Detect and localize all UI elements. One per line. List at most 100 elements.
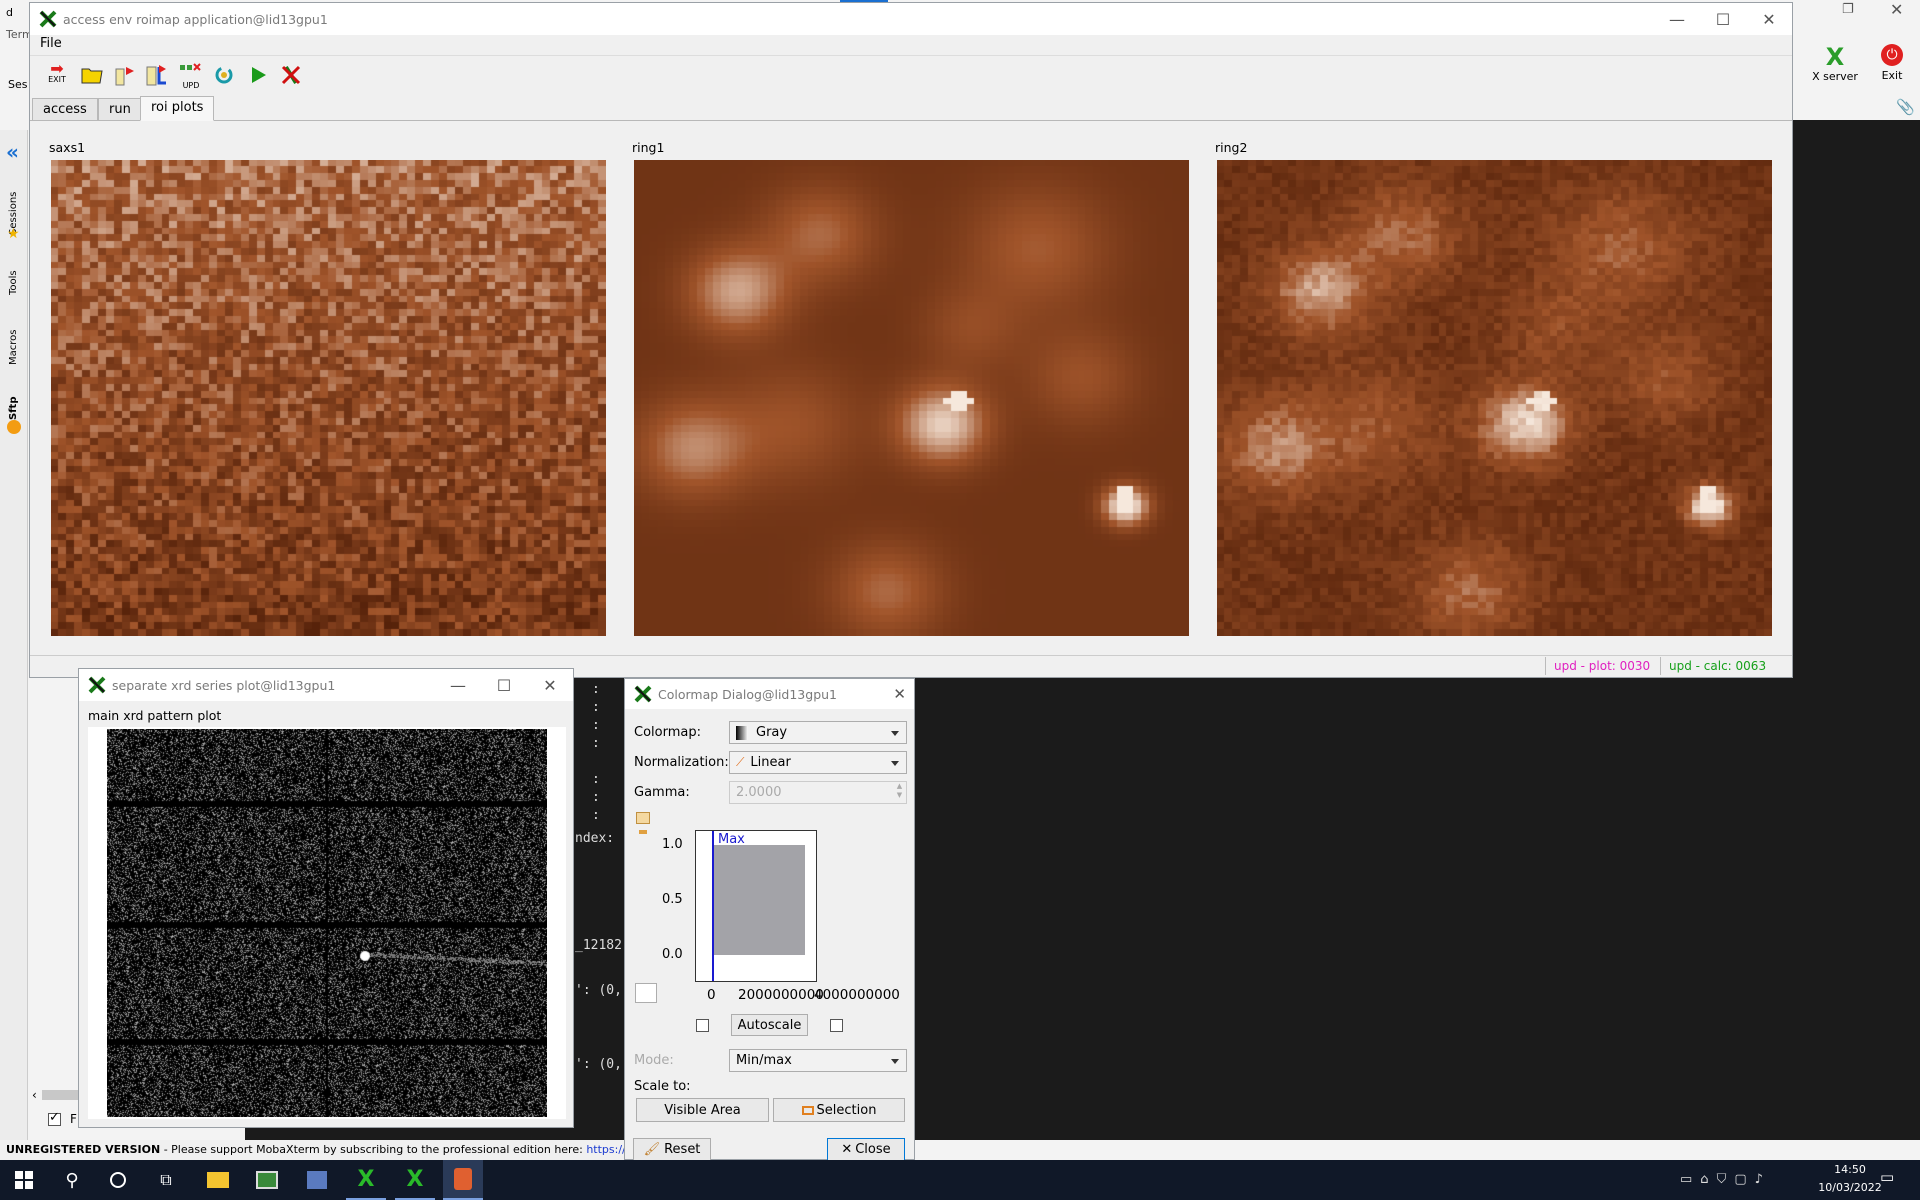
run-button[interactable]	[246, 63, 272, 89]
tab-roi-plots[interactable]: roi plots	[140, 96, 215, 121]
xrd-window: separate xrd series plot@lid13gpu1 — ☐ ✕…	[78, 668, 574, 1128]
roi-plot-ring2[interactable]	[1217, 160, 1772, 636]
exit-app-button[interactable]: ⏻ Exit	[1870, 44, 1914, 92]
folder-icon	[207, 1172, 229, 1188]
upd-tool-button[interactable]: UPD	[178, 63, 204, 90]
network-icon: ⌂	[1700, 1172, 1717, 1187]
sidebar-tab-tools[interactable]: Tools	[8, 255, 22, 295]
sidebar-tab-macros[interactable]: Macros	[8, 320, 22, 365]
plot-label-ring2: ring2	[1215, 140, 1248, 155]
roi-plot-saxs1[interactable]	[51, 160, 606, 636]
status-plot-text: upd - plot: 0030	[1554, 659, 1651, 673]
sidebar-tab-sftp[interactable]: Sftp	[8, 390, 22, 421]
mobaxterm-link[interactable]: https://mobaxterm.m	[586, 1143, 624, 1156]
tab-run[interactable]: run	[98, 98, 142, 121]
visible-area-button[interactable]: Visible Area	[636, 1098, 769, 1122]
close-icon[interactable]: ✕	[527, 669, 573, 701]
xserver-button[interactable]: X X server	[1805, 44, 1865, 92]
search-button[interactable]: ⚲	[52, 1160, 92, 1200]
taskbar-app-1[interactable]	[247, 1160, 287, 1200]
histogram-tool-icon[interactable]	[636, 812, 650, 824]
exit-tool-button[interactable]: ➡ EXIT	[44, 61, 70, 89]
mark-tool-button[interactable]	[112, 63, 138, 89]
folder-icon	[81, 68, 103, 84]
play-icon	[252, 67, 266, 83]
cortana-button[interactable]	[98, 1160, 138, 1200]
scroll-left-arrow[interactable]: ‹	[32, 1088, 37, 1102]
roi-plot-ring1[interactable]	[634, 160, 1189, 636]
selection-button[interactable]: Selection	[773, 1098, 905, 1122]
load-tool-button[interactable]	[144, 63, 170, 89]
colormap-title-bar[interactable]: Colormap Dialog@lid13gpu1	[625, 679, 914, 709]
start-button[interactable]	[4, 1160, 44, 1200]
gamma-spinner[interactable]: ▲ ▼	[893, 782, 906, 803]
close-icon[interactable]: ✕	[893, 685, 906, 703]
close-app-icon[interactable]: ✕	[1890, 0, 1903, 19]
histogram-tool-small-icon	[639, 830, 647, 834]
terminal-line: ': (0,	[575, 983, 622, 998]
min-value-input[interactable]	[635, 983, 657, 1003]
menu-divider	[30, 55, 1792, 56]
circle-icon	[110, 1172, 126, 1188]
mode-label: Mode:	[634, 1053, 674, 1068]
right-scrollbar[interactable]	[1904, 120, 1920, 1140]
gamma-input[interactable]: 2.0000	[729, 781, 907, 804]
mode-value: Min/max	[736, 1053, 792, 1068]
maximize-icon[interactable]: ☐	[481, 669, 527, 701]
document-l-icon	[146, 65, 166, 86]
close-icon[interactable]: ✕	[1746, 3, 1792, 35]
broom-icon: 🖌	[643, 1142, 661, 1157]
terminal-line: ': (0,	[575, 1057, 622, 1072]
reload-tool-button[interactable]	[212, 63, 238, 89]
open-folder-button[interactable]	[80, 63, 106, 89]
taskbar-explorer[interactable]	[198, 1160, 238, 1200]
autoscale-button[interactable]: Autoscale	[731, 1014, 808, 1036]
task-view-button[interactable]: ⧉	[146, 1160, 186, 1200]
reset-button[interactable]: 🖌 Reset	[633, 1138, 711, 1161]
min-autoscale-checkbox[interactable]	[696, 1019, 709, 1032]
upd-tool-label: UPD	[182, 81, 200, 90]
x-logo-icon: X	[406, 1166, 424, 1192]
max-autoscale-checkbox[interactable]	[830, 1019, 843, 1032]
tab-access[interactable]: access	[32, 98, 98, 121]
status-calc-text: upd - calc: 0063	[1669, 659, 1767, 673]
flag-icon	[115, 67, 134, 86]
plot-label-ring1: ring1	[632, 140, 665, 155]
minimize-icon[interactable]: —	[1654, 3, 1700, 35]
max-marker-line[interactable]	[712, 831, 714, 981]
stop-x-icon	[281, 65, 301, 85]
x-logo-icon	[88, 676, 106, 694]
remote-app-icon	[307, 1171, 327, 1189]
speaker-icon: ♪	[1754, 1172, 1771, 1187]
terminal-line: :	[592, 772, 600, 787]
colormap-select[interactable]: Gray	[729, 721, 907, 744]
tray-icons[interactable]: ▭⌂⛉▢♪	[1680, 1172, 1771, 1187]
xrd-pattern-image[interactable]	[107, 729, 547, 1117]
notification-icon[interactable]: ▭	[1880, 1168, 1900, 1188]
colormap-dialog: Colormap Dialog@lid13gpu1 ✕ Colormap: Gr…	[624, 678, 915, 1161]
horizontal-scrollbar[interactable]	[42, 1090, 82, 1100]
close-x-icon: ✕	[841, 1142, 853, 1157]
maximize-icon[interactable]: ☐	[1700, 3, 1746, 35]
close-button[interactable]: ✕ Close	[827, 1138, 905, 1161]
taskbar-xserver-1[interactable]: X	[346, 1160, 386, 1200]
restore-icon[interactable]: ❐	[1842, 2, 1854, 17]
taskbar-xserver-2[interactable]: X	[395, 1160, 435, 1200]
normalization-value: Linear	[750, 755, 791, 770]
status-plot-counter: upd - plot: 0030	[1545, 657, 1658, 675]
histogram-xtick: 0	[707, 987, 716, 1003]
stop-button[interactable]	[279, 63, 305, 89]
paperclip-icon[interactable]: 📎	[1896, 98, 1915, 116]
main-window: access env roimap application@lid13gpu1 …	[29, 2, 1793, 678]
mode-select[interactable]: Min/max	[729, 1049, 907, 1072]
taskbar-mobaxterm[interactable]	[443, 1160, 483, 1200]
main-window-title: access env roimap application@lid13gpu1	[63, 11, 328, 27]
normalization-select[interactable]: ⟋ Linear	[729, 751, 907, 774]
sidebar-collapse-icon[interactable]: «	[6, 140, 19, 164]
main-title-bar[interactable]: access env roimap application@lid13gpu1	[30, 3, 1792, 35]
minimize-icon[interactable]: —	[435, 669, 481, 701]
menu-file[interactable]: File	[40, 36, 62, 51]
task-view-icon: ⧉	[160, 1170, 172, 1189]
clock-time[interactable]: 14:50	[1820, 1163, 1880, 1176]
taskbar-app-2[interactable]	[297, 1160, 337, 1200]
